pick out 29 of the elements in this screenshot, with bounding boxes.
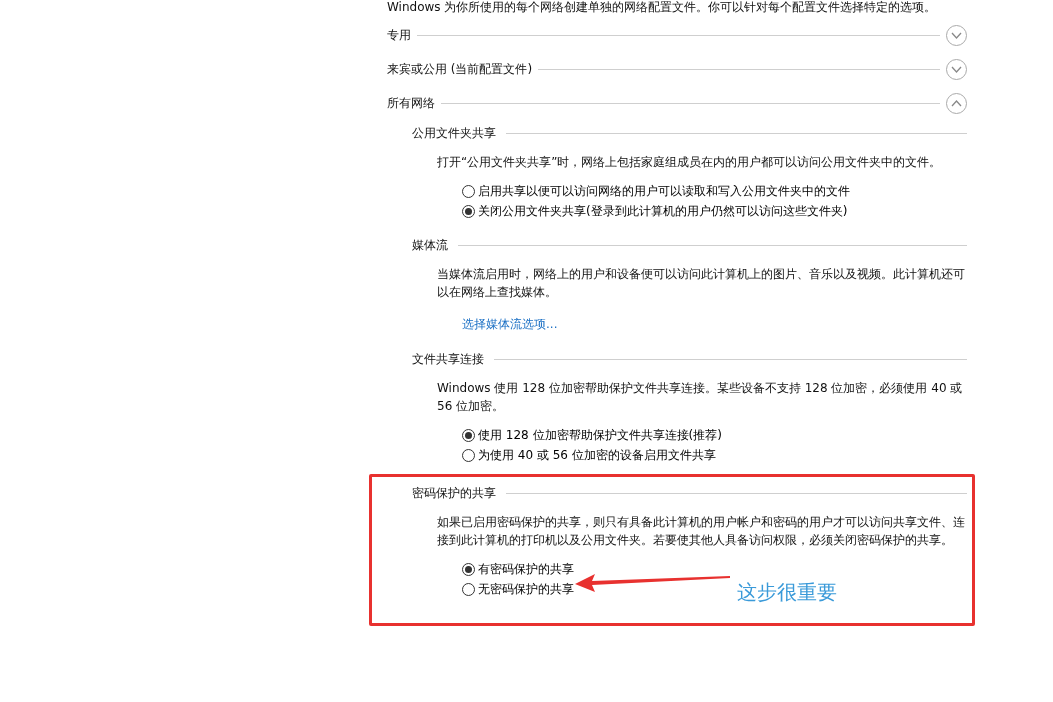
- profile-heading: 来宾或公用 (当前配置文件): [387, 61, 533, 78]
- radio-label[interactable]: 有密码保护的共享: [478, 560, 574, 578]
- radio-button[interactable]: [462, 582, 475, 596]
- section-heading: 文件共享连接: [412, 351, 484, 368]
- radio-button[interactable]: [462, 428, 475, 442]
- radio-label[interactable]: 无密码保护的共享: [478, 580, 574, 598]
- radio-button[interactable]: [462, 562, 475, 576]
- section-heading: 密码保护的共享: [412, 485, 496, 502]
- profile-heading: 所有网络: [387, 95, 435, 112]
- radio-label[interactable]: 启用共享以便可以访问网络的用户可以读取和写入公用文件夹中的文件: [478, 182, 850, 200]
- radio-button[interactable]: [462, 448, 475, 462]
- profile-heading: 专用: [387, 27, 411, 44]
- section-heading: 公用文件夹共享: [412, 125, 496, 142]
- section-description: 打开“公用文件夹共享”时，网络上包括家庭组成员在内的用户都可以访问公用文件夹中的文件。: [437, 154, 943, 171]
- section-description: 如果已启用密码保护的共享，则只有具备此计算机的用户帐户和密码的用户才可以访问共享文件、连接到此计算机的打印机以及公用文件夹。若要使其他人具备访问权限，必须关闭密码保护的共享。: [437, 514, 966, 549]
- radio-label[interactable]: 使用 128 位加密帮助保护文件共享连接(推荐): [478, 426, 722, 444]
- section-heading: 媒体流: [412, 237, 448, 254]
- section-description: Windows 使用 128 位加密帮助保护文件共享连接。某些设备不支持 128 位加密，必须使用 40 或 56 位加密。: [437, 380, 964, 415]
- radio-button[interactable]: [462, 204, 475, 218]
- chevron-down-icon: [951, 31, 962, 39]
- radio-label[interactable]: 为使用 40 或 56 位加密的设备启用文件共享: [478, 446, 716, 464]
- chevron-down-icon: [951, 65, 962, 73]
- radio-button[interactable]: [462, 184, 475, 198]
- chevron-up-icon: [951, 99, 962, 107]
- media-options-link[interactable]: 选择媒体流选项...: [462, 317, 558, 331]
- intro-text: Windows 为你所使用的每个网络创建单独的网络配置文件。你可以针对每个配置文件选择特定的选项。: [386, 0, 938, 14]
- annotation-text: 这步很重要: [737, 579, 837, 606]
- section-description: 当媒体流启用时，网络上的用户和设备便可以访问此计算机上的图片、音乐以及视频。此计算机还可以在网络上查找媒体。: [437, 266, 966, 301]
- radio-label[interactable]: 关闭公用文件夹共享(登录到此计算机的用户仍然可以访问这些文件夹): [478, 202, 848, 220]
